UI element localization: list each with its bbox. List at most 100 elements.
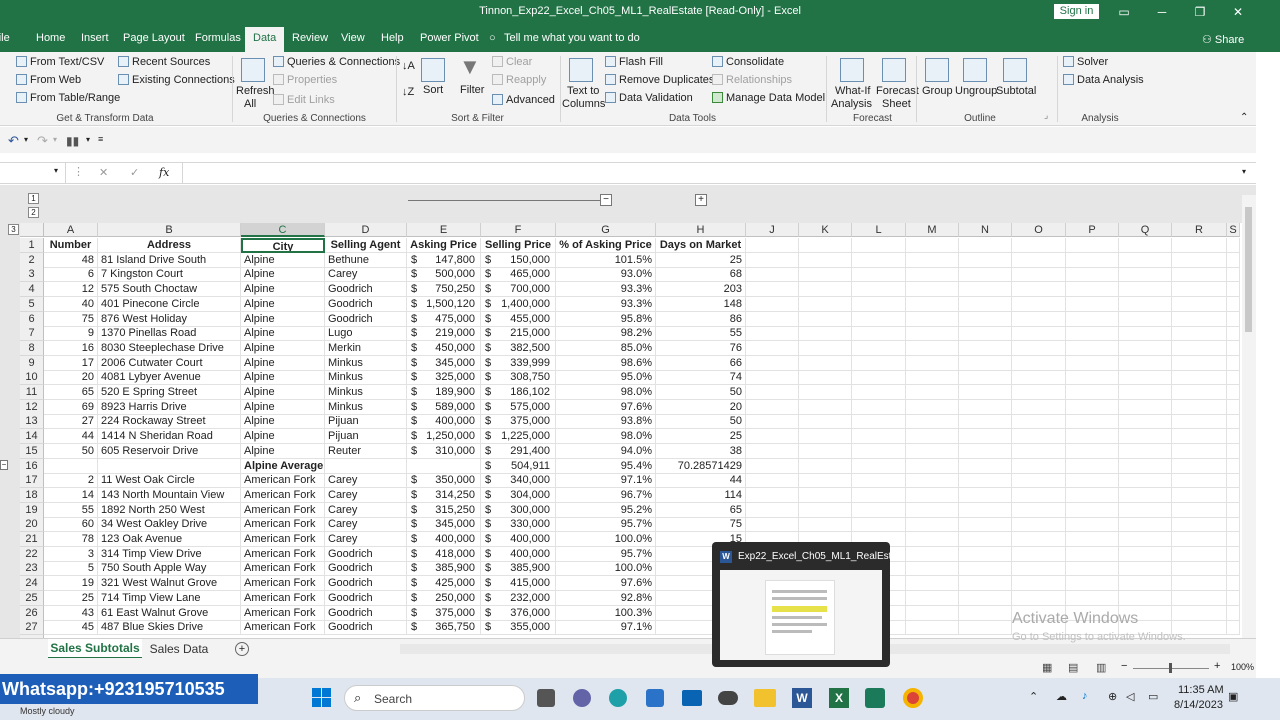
selling-price-cell[interactable]: $300,000 [481,502,556,518]
percent-asking-cell[interactable]: 94.0% [556,443,656,459]
city-cell[interactable]: American Fork [241,532,325,547]
percent-asking-cell[interactable]: 93.0% [556,267,656,283]
empty-cell[interactable] [1066,370,1119,386]
empty-cell[interactable] [746,414,799,430]
city-cell[interactable]: Alpine [241,326,325,342]
empty-cell[interactable] [746,370,799,386]
empty-cell[interactable] [1227,370,1240,386]
empty-cell[interactable] [852,399,906,415]
empty-cell[interactable] [1066,517,1119,533]
column-title[interactable]: Days on Market [656,238,746,253]
days-on-market-cell[interactable]: 76 [656,340,746,356]
number-cell[interactable]: 25 [44,590,98,606]
empty-cell[interactable] [1119,267,1172,283]
percent-asking-cell[interactable]: 95.8% [556,311,656,327]
asking-price-cell[interactable]: $418,000 [407,546,481,562]
data-analysis-button[interactable]: Data Analysis [1063,74,1144,86]
sort-button[interactable]: Sort [423,84,443,96]
empty-cell[interactable] [1119,414,1172,430]
address-cell[interactable]: 321 West Walnut Grove [98,576,241,592]
empty-cell[interactable] [1012,282,1066,298]
empty-cell[interactable] [1227,620,1240,636]
empty-cell[interactable] [852,370,906,386]
empty-cell[interactable] [1119,385,1172,400]
percent-asking-cell[interactable]: 95.0% [556,370,656,386]
days-on-market-cell[interactable]: 25 [656,429,746,445]
empty-cell[interactable] [746,487,799,503]
empty-cell[interactable] [1012,252,1066,268]
percent-asking-cell[interactable]: 93.3% [556,282,656,298]
store-icon[interactable] [646,689,664,707]
empty-cell[interactable] [1172,546,1227,562]
empty-cell[interactable] [1066,458,1119,474]
notification-icon[interactable]: ▣ [1228,690,1238,703]
row-header[interactable]: 18 [20,487,44,503]
empty-cell[interactable] [959,458,1012,474]
subtotal-button[interactable]: Subtotal [996,85,1036,97]
empty-cell[interactable] [1119,443,1172,459]
city-cell[interactable]: Alpine [241,385,325,400]
empty-cell[interactable] [906,487,959,503]
empty-cell[interactable] [852,385,906,400]
number-cell[interactable]: 44 [44,429,98,445]
enter-icon[interactable]: ✓ [130,166,139,179]
vertical-scrollbar[interactable] [1242,195,1256,638]
asking-price-cell[interactable]: $219,000 [407,326,481,342]
empty-cell[interactable] [799,311,852,327]
restore-icon[interactable]: ❐ [1188,2,1212,22]
empty-cell[interactable] [1227,399,1240,415]
number-cell[interactable]: 6 [44,267,98,283]
empty-cell[interactable] [1227,443,1240,459]
agent-cell[interactable]: Goodrich [325,590,407,606]
address-cell[interactable]: 1370 Pinellas Road [98,326,241,342]
empty-cell[interactable] [799,282,852,298]
from-text-csv-button[interactable]: From Text/CSV [16,56,104,68]
empty-cell[interactable] [959,282,1012,298]
empty-cell[interactable] [799,399,852,415]
row-header[interactable]: 13 [20,414,44,430]
asking-price-cell[interactable]: $345,000 [407,355,481,371]
empty-cell[interactable] [906,443,959,459]
empty-cell[interactable] [959,576,1012,592]
empty-cell[interactable] [746,429,799,445]
empty-cell[interactable] [852,473,906,489]
cancel-icon[interactable]: ✕ [99,166,108,179]
empty-cell[interactable] [852,429,906,445]
agent-cell[interactable] [325,458,407,474]
days-on-market-cell[interactable]: 148 [656,296,746,312]
word-taskbar-icon[interactable]: W [792,688,812,708]
empty-cell[interactable] [1172,502,1227,518]
empty-cell[interactable] [1227,311,1240,327]
empty-cell[interactable] [959,399,1012,415]
empty-cell[interactable] [1066,340,1119,356]
tab-file[interactable]: File [0,32,10,44]
agent-cell[interactable]: Lugo [325,326,407,342]
file-explorer-icon[interactable] [754,689,776,707]
percent-asking-cell[interactable]: 100.0% [556,561,656,577]
new-sheet-icon[interactable]: + [235,642,249,656]
chart-icon[interactable]: ▮▮ [66,134,79,148]
asking-price-cell[interactable]: $310,000 [407,443,481,459]
empty-cell[interactable] [799,473,852,489]
excel-taskbar-icon[interactable]: X [829,688,849,708]
selling-price-cell[interactable]: $291,400 [481,443,556,459]
agent-cell[interactable]: Goodrich [325,561,407,577]
percent-asking-cell[interactable]: 92.8% [556,590,656,606]
city-cell[interactable]: Alpine [241,296,325,312]
empty-cell[interactable] [906,517,959,533]
empty-cell[interactable] [1172,267,1227,283]
city-cell[interactable]: Alpine [241,252,325,268]
tab-page-layout[interactable]: Page Layout [123,32,185,44]
chart-dropdown-icon[interactable]: ▾ [86,135,90,144]
empty-cell[interactable] [799,370,852,386]
asking-price-cell[interactable]: $189,900 [407,385,481,400]
empty-cell[interactable] [1227,576,1240,592]
selling-price-cell[interactable]: $355,000 [481,620,556,636]
empty-cell[interactable] [852,311,906,327]
column-header-g[interactable]: G [556,223,656,237]
agent-cell[interactable]: Goodrich [325,282,407,298]
number-cell[interactable]: 78 [44,532,98,547]
column-header-a[interactable]: A [44,223,98,237]
asking-price-cell[interactable]: $425,000 [407,576,481,592]
days-on-market-cell[interactable]: 25 [656,252,746,268]
